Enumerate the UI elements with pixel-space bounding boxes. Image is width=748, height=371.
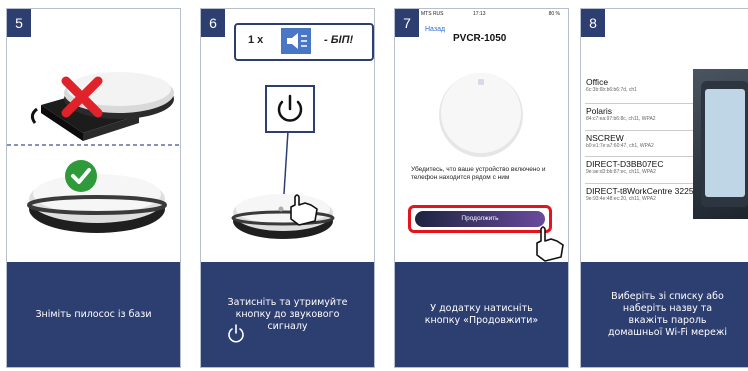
power-icon bbox=[228, 324, 244, 343]
back-button[interactable]: Назад bbox=[425, 26, 445, 33]
step-caption: У додатку натисніть кнопку «Продовжити» bbox=[395, 262, 568, 367]
continue-button[interactable]: Продолжить bbox=[415, 211, 545, 227]
phone-status-bar: MTS RUS 17:13 80 % bbox=[421, 11, 560, 17]
step-number: 5 bbox=[7, 9, 31, 37]
step-number: 7 bbox=[395, 9, 419, 37]
step-caption: Зніміть пилосос із бази bbox=[7, 262, 180, 367]
hand-pointer-icon bbox=[290, 194, 318, 226]
wifi-network-item[interactable]: NSCREW b0:e1:7e:a7:60:47, ch1, WPA2 bbox=[586, 133, 654, 149]
divider bbox=[585, 103, 693, 104]
step-caption: Затисніть та утримуйте кнопку до звуково… bbox=[201, 262, 374, 367]
step-7-panel: 7 MTS RUS 17:13 80 % Назад PVCR-1050 Убе… bbox=[394, 8, 569, 368]
step-number: 8 bbox=[581, 9, 605, 37]
step-number: 6 bbox=[201, 9, 225, 37]
divider bbox=[585, 156, 693, 157]
hand-pointer-icon bbox=[536, 226, 564, 262]
robot-on-base-illustration bbox=[7, 72, 180, 233]
divider bbox=[585, 130, 693, 131]
step-5-panel: 5 Зніміть пилосос із бази bbox=[6, 8, 181, 368]
wifi-network-item[interactable]: Polaris 84:c7:ea:97:b6:8c, ch11, WPA2 bbox=[586, 106, 656, 122]
wifi-network-item[interactable]: DIRECT-t8WorkCentre 3225 9e:93:4e:48:ec:… bbox=[586, 186, 694, 202]
instruction-text: Убедитесь, что ваше устройство включено … bbox=[411, 166, 546, 181]
divider bbox=[585, 183, 693, 184]
robot-illustration bbox=[439, 73, 523, 157]
step-6-panel: 6 1 x - БІП! Затисніть та утримуйте кноп… bbox=[200, 8, 375, 368]
step-8-panel: 8 Office 6c:3b:6b:b6:b6:7d, ch1 Polaris … bbox=[580, 8, 748, 368]
check-icon bbox=[65, 160, 97, 192]
step-caption: Виберіть зі списку або наберіть назву та… bbox=[581, 262, 748, 367]
phone-photo bbox=[693, 69, 748, 219]
wifi-network-item[interactable]: DIRECT-D3BB07EC 9e:ae:d3:bb:87:ec, ch11,… bbox=[586, 159, 663, 175]
app-title: PVCR-1050 bbox=[453, 33, 507, 44]
wifi-network-item[interactable]: Office 6c:3b:6b:b6:b6:7d, ch1 bbox=[586, 77, 637, 93]
cross-icon bbox=[61, 76, 103, 118]
